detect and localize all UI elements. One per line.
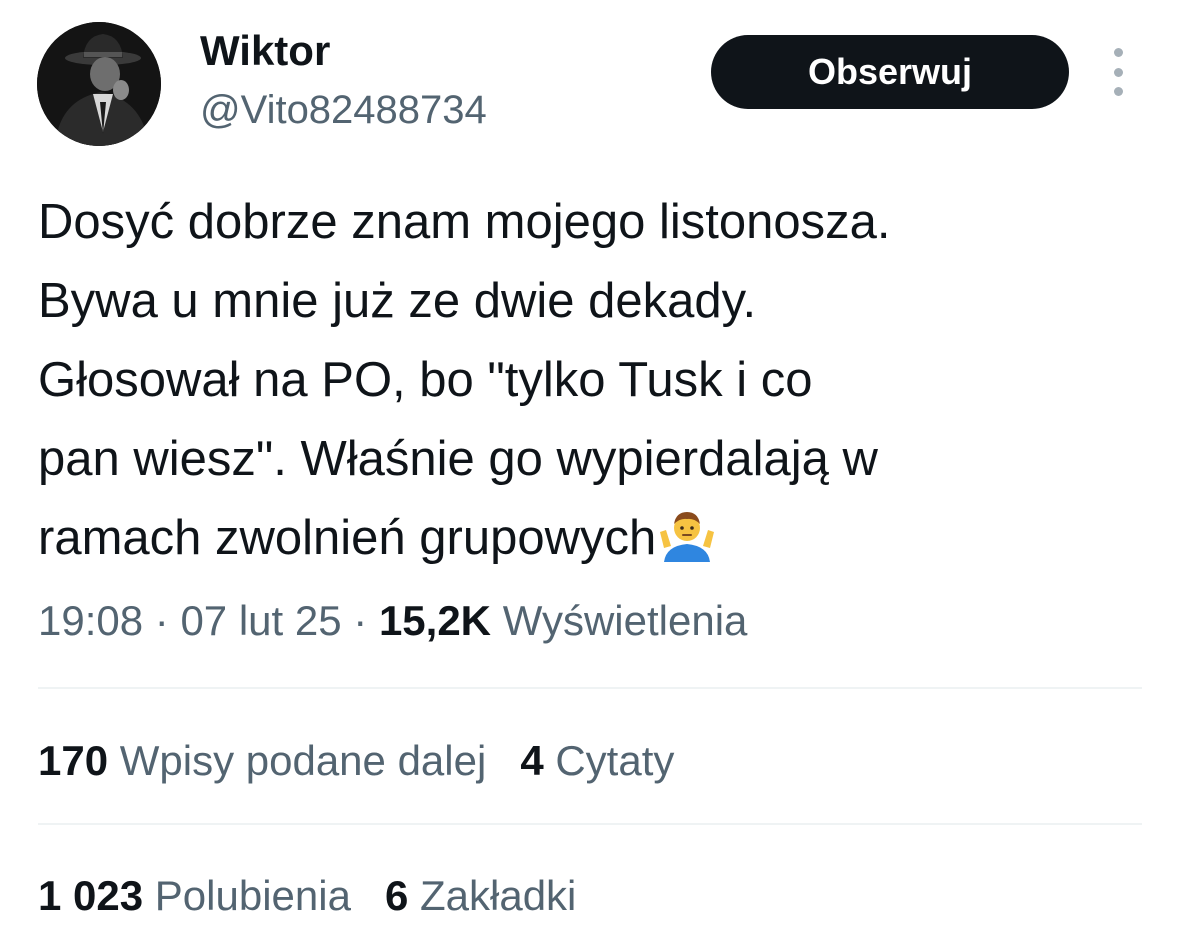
tweet-date[interactable]: 07 lut 25 [180, 597, 341, 644]
views-label: Wyświetlenia [502, 597, 748, 644]
bookmarks-stat[interactable]: 6 Zakładki [385, 872, 576, 919]
more-options-icon[interactable] [1104, 48, 1132, 96]
reposts-label: Wpisy podane dalej [119, 737, 487, 784]
tweet-text-line: ramach zwolnień grupowych [38, 511, 657, 565]
stats-row-likes: 1 023 Polubienia 6 Zakładki [38, 871, 576, 921]
tweet-time[interactable]: 19:08 [38, 597, 143, 644]
person-shrugging-emoji [658, 507, 716, 586]
avatar[interactable] [37, 22, 161, 146]
bookmarks-label: Zakładki [419, 872, 577, 919]
tweet-meta: 19:08 · 07 lut 25 · 15,2K Wyświetlenia [38, 596, 747, 646]
tweet-text: Dosyć dobrze znam mojego listonosza. Byw… [38, 183, 1148, 586]
quotes-count: 4 [520, 737, 544, 784]
quotes-label: Cytaty [555, 737, 675, 784]
stats-row-reposts: 170 Wpisy podane dalej 4 Cytaty [38, 736, 674, 786]
reposts-stat[interactable]: 170 Wpisy podane dalej [38, 737, 486, 784]
reposts-count: 170 [38, 737, 109, 784]
likes-stat[interactable]: 1 023 Polubienia [38, 872, 351, 919]
separator-dot: · [353, 597, 368, 644]
display-name[interactable]: Wiktor [200, 26, 330, 76]
divider [38, 687, 1142, 689]
likes-count: 1 023 [38, 872, 144, 919]
tweet-text-line: Dosyć dobrze znam mojego listonosza. [38, 195, 891, 249]
views-count: 15,2K [378, 597, 492, 644]
follow-button[interactable]: Obserwuj [711, 35, 1069, 109]
tweet-text-line: Głosował na PO, bo "tylko Tusk i co [38, 353, 813, 407]
separator-dot: · [154, 597, 169, 644]
likes-label: Polubienia [154, 872, 351, 919]
tweet-text-line: Bywa u mnie już ze dwie dekady. [38, 274, 757, 328]
quotes-stat[interactable]: 4 Cytaty [520, 737, 674, 784]
user-handle[interactable]: @Vito82488734 [200, 85, 487, 135]
tweet-text-line: pan wiesz". Właśnie go wypierdalają w [38, 432, 878, 486]
divider [38, 823, 1142, 825]
bookmarks-count: 6 [384, 872, 409, 919]
avatar-image [37, 22, 161, 146]
